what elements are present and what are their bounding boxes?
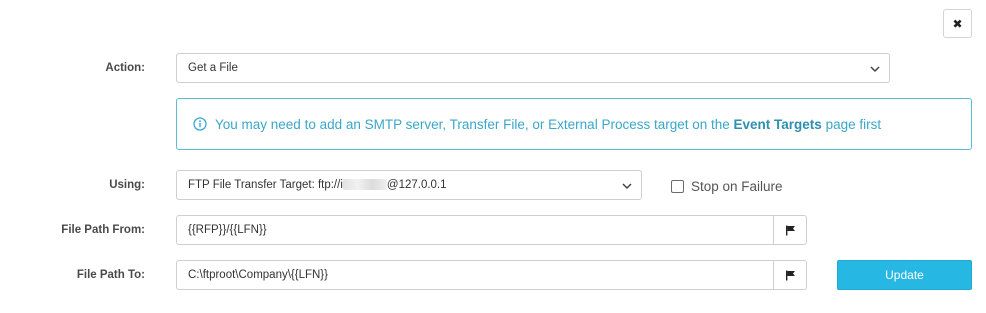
info-alert: You may need to add an SMTP server, Tran…: [176, 98, 972, 150]
file-path-from-label: File Path From:: [61, 224, 145, 236]
stop-on-failure-checkbox[interactable]: [671, 180, 684, 193]
stop-on-failure-option[interactable]: Stop on Failure: [671, 179, 783, 194]
action-select[interactable]: Get a File: [176, 53, 890, 83]
event-targets-link[interactable]: Event Targets: [734, 117, 822, 132]
alert-text: You may need to add an SMTP server, Tran…: [215, 117, 881, 132]
redacted-username: [342, 179, 387, 191]
update-button[interactable]: Update: [837, 260, 972, 290]
alert-text-before: You may need to add an SMTP server, Tran…: [215, 116, 734, 132]
close-icon: ✖: [952, 16, 963, 31]
file-path-to-group: C:\ftproot\Company\{{LFN}}: [176, 260, 807, 290]
using-value-suffix: @127.0.0.1: [386, 179, 447, 191]
file-path-to-label: File Path To:: [76, 269, 145, 281]
ftp-action-form: ✖ Action: Get a File You may need to add…: [0, 0, 986, 313]
file-path-from-group: {{RFP}}/{{LFN}}: [176, 215, 807, 245]
action-select-value: Get a File: [188, 62, 238, 74]
using-label: Using:: [109, 179, 145, 191]
file-path-to-input[interactable]: C:\ftproot\Company\{{LFN}}: [176, 260, 773, 290]
info-icon: [193, 117, 207, 131]
close-button[interactable]: ✖: [943, 9, 972, 38]
action-label: Action:: [105, 62, 145, 74]
using-value-prefix: FTP File Transfer Target: ftp://i: [188, 179, 343, 191]
file-path-to-flag-button[interactable]: [773, 260, 807, 290]
file-path-from-flag-button[interactable]: [773, 215, 807, 245]
chevron-down-icon: [622, 183, 632, 190]
flag-icon: [785, 270, 795, 280]
stop-on-failure-label: Stop on Failure: [691, 179, 783, 194]
file-path-from-input[interactable]: {{RFP}}/{{LFN}}: [176, 215, 773, 245]
alert-text-after: page first: [821, 116, 882, 132]
using-select-value: FTP File Transfer Target: ftp://i @127.0.…: [188, 179, 447, 191]
flag-icon: [785, 225, 795, 235]
chevron-down-icon: [870, 66, 880, 73]
using-select[interactable]: FTP File Transfer Target: ftp://i @127.0.…: [176, 170, 642, 200]
